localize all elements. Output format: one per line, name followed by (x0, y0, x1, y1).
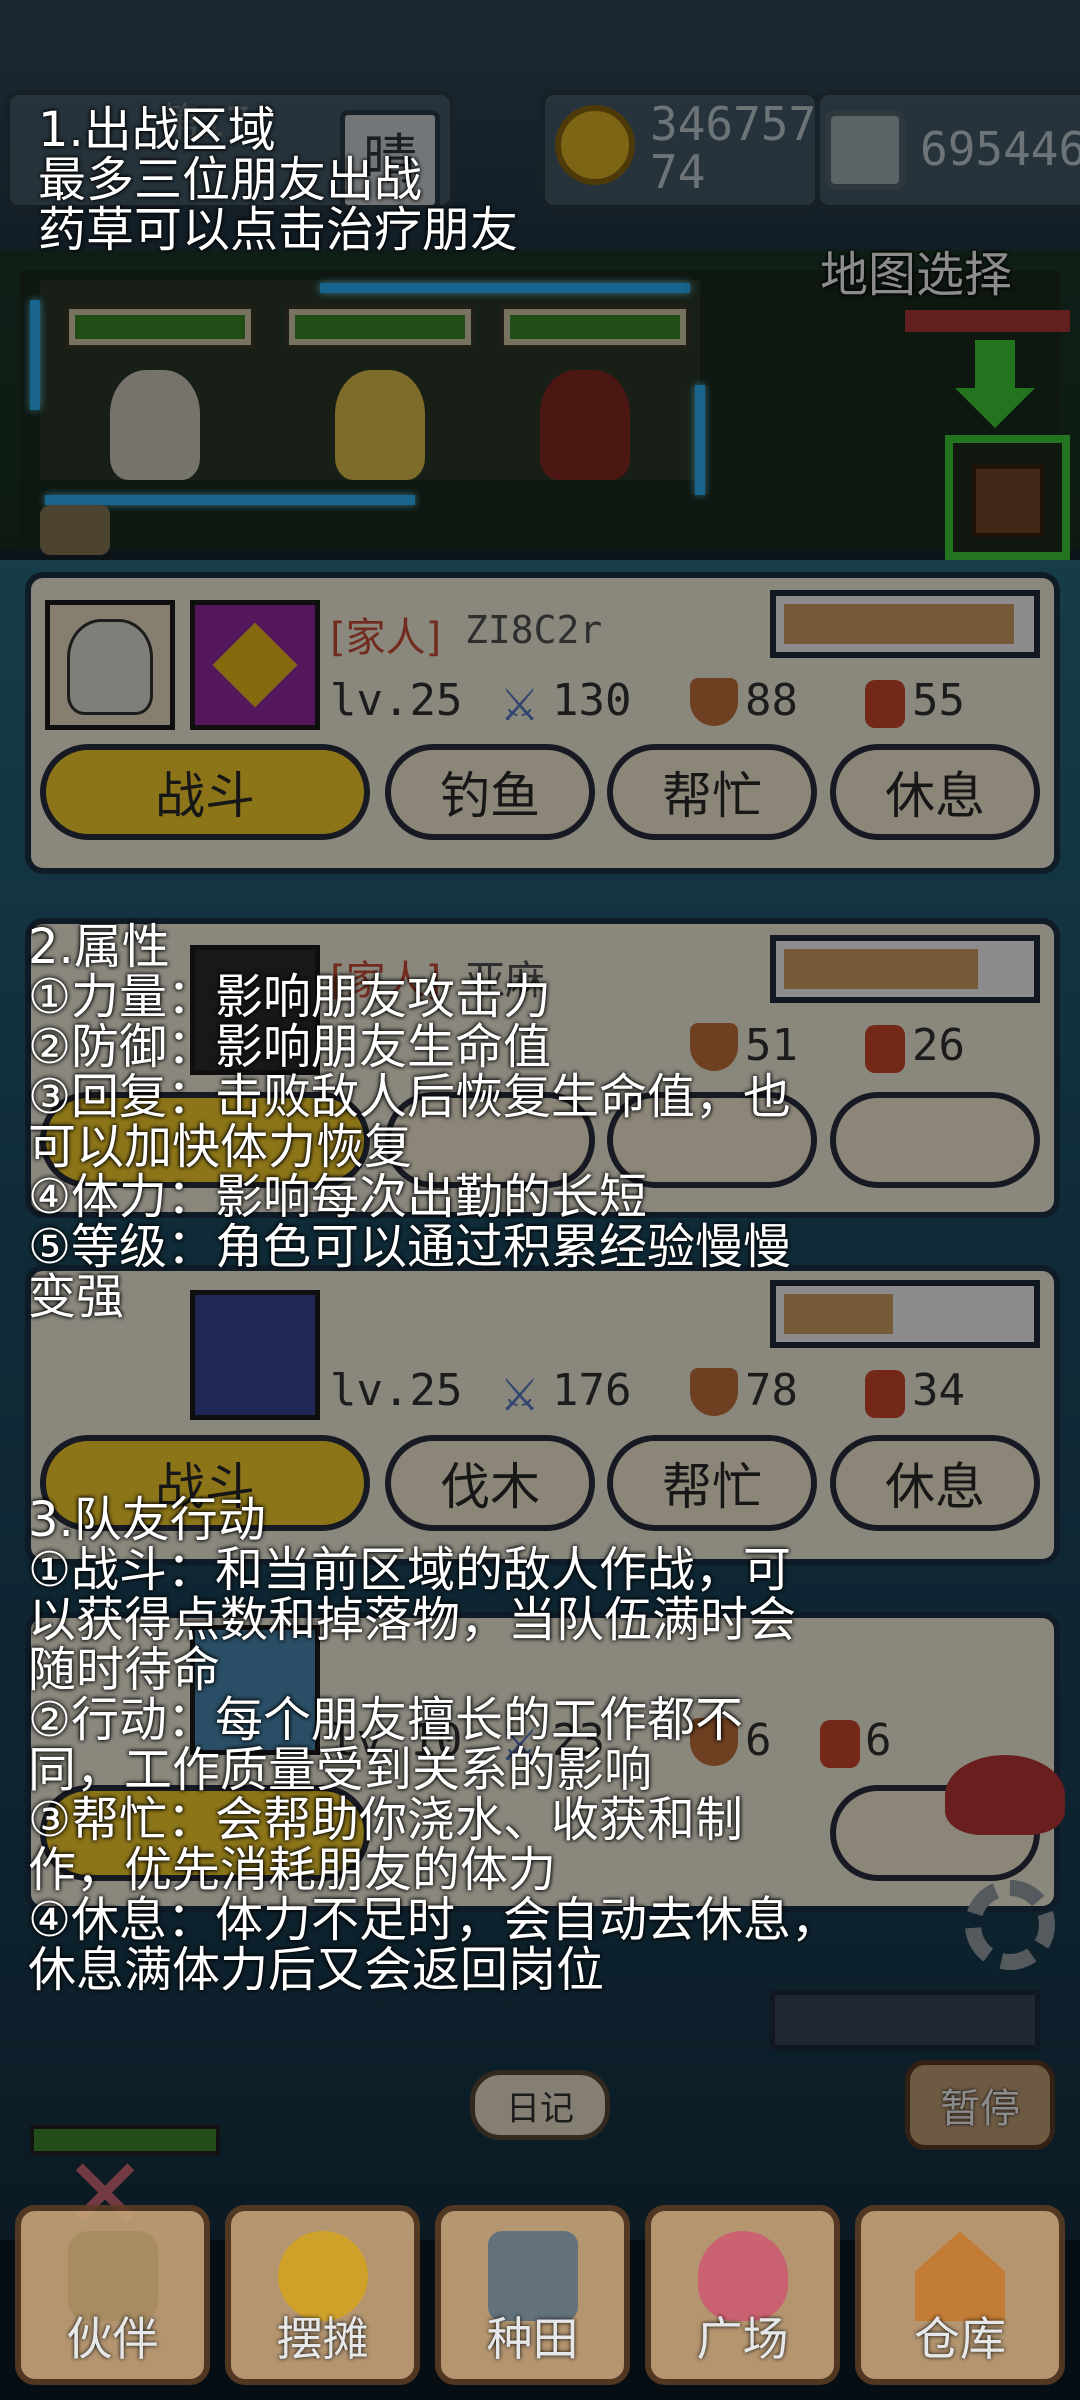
nav-stall[interactable]: 摆摊 (225, 2205, 420, 2385)
nav-partner-label: 伙伴 (66, 2312, 159, 2366)
nav-warehouse-label: 仓库 (914, 2312, 1006, 2366)
nav-partner[interactable]: 伙伴 (15, 2205, 210, 2385)
nav-stall-label: 摆摊 (276, 2312, 369, 2366)
tutorial-section-1: 1.出战区域 最多三位朋友出战 药草可以点击治疗朋友 (38, 102, 519, 258)
nav-warehouse[interactable]: 仓库 (855, 2205, 1065, 2385)
nav-plaza[interactable]: 广场 (645, 2205, 840, 2385)
tutorial-section-2: 2.属性 ①力量：影响朋友攻击力 ②防御：影响朋友生命值 ③回复：击败敌人后恢复… (28, 919, 792, 1325)
nav-plaza-label: 广场 (696, 2312, 789, 2366)
tutorial-section-3: 3.队友行动 ①战斗：和当前区域的敌人作战，可 以获得点数和掉落物，当队伍满时会… (28, 1492, 840, 1998)
nav-farm[interactable]: 种田 (435, 2205, 630, 2385)
spotlight-battle (0, 260, 1080, 560)
nav-farm-label: 种田 (486, 2312, 579, 2366)
